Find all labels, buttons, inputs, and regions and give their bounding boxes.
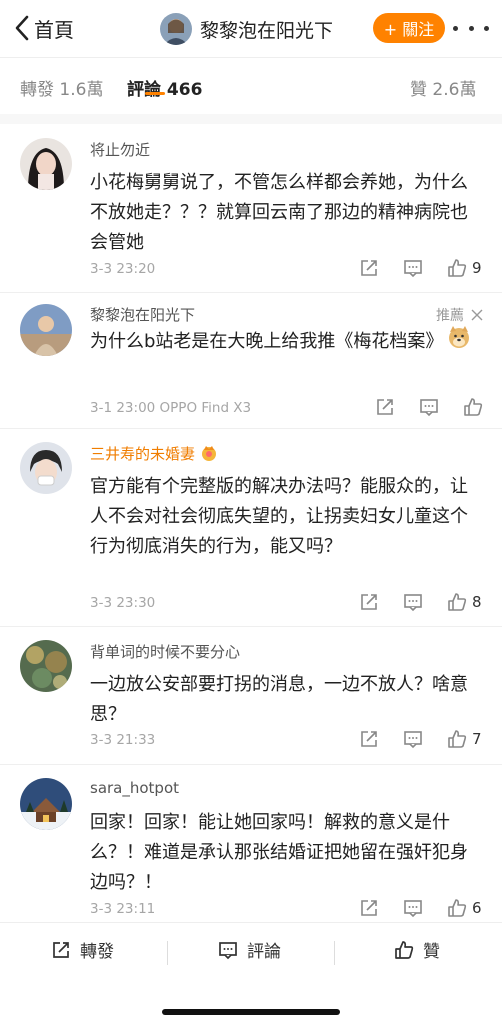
tab-reposts[interactable]: 轉發 1.6萬: [20, 75, 103, 100]
comment-meta: 3-1 23:00 OPPO Find X3: [90, 400, 252, 416]
comment-icon[interactable]: [402, 257, 424, 279]
comment-text: 回家！回家！能让她回家吗！解救的意义是什么？！难道是承认那张结婚证把她留在强奸犯…: [90, 812, 468, 893]
repost-icon[interactable]: [358, 591, 380, 613]
comment-icon[interactable]: [402, 728, 424, 750]
like-icon: [395, 940, 414, 959]
comment-meta: 3-3 23:11: [90, 901, 156, 917]
comment-item: 背单词的时候不要分心 一边放公安部要打拐的消息，一边不放人？啥意思？ 3-3 2…: [0, 626, 502, 765]
like-button[interactable]: 贊: [393, 937, 440, 962]
comment-author[interactable]: sara_hotpot: [90, 779, 179, 797]
doge-emoji-icon: [447, 325, 471, 359]
comment-item: 将止勿近 小花梅舅舅说了，不管怎么样都会养她，为什么不放她走？？？就算回云南了那…: [0, 124, 502, 293]
repost-icon[interactable]: [358, 897, 380, 919]
repost-icon[interactable]: [358, 257, 380, 279]
back-button[interactable]: 首頁: [14, 14, 74, 42]
close-icon[interactable]: [470, 308, 484, 322]
comment-icon[interactable]: [402, 897, 424, 919]
author-name: 三井寿的未婚妻: [90, 445, 196, 463]
like-icon[interactable]: [446, 591, 468, 613]
dot-icon: [484, 25, 489, 31]
comment-text: 小花梅舅舅说了，不管怎么样都会养她，为什么不放她走？？？就算回云南了那边的精神病…: [90, 172, 468, 253]
like-count: 6: [472, 899, 482, 917]
comment-text-content: 为什么b站老是在大晚上给我推《梅花档案》: [90, 331, 444, 352]
comment-author[interactable]: 黎黎泡在阳光下: [90, 304, 195, 325]
comment-actions: [374, 396, 484, 418]
recommended-tag[interactable]: 推薦: [436, 305, 484, 325]
comment-actions: 9: [358, 257, 482, 279]
comment-icon[interactable]: [402, 591, 424, 613]
like-icon[interactable]: [462, 396, 484, 418]
comment-actions: 6: [358, 897, 482, 919]
back-label: 首頁: [34, 17, 74, 42]
repost-icon: [53, 941, 69, 958]
like-icon[interactable]: [446, 257, 468, 279]
repost-button[interactable]: 轉發: [50, 937, 114, 962]
top-nav-bar: 首頁 黎黎泡在阳光下 + 關注: [0, 0, 502, 58]
like-count: 9: [472, 259, 482, 277]
divider: [334, 941, 335, 965]
section-divider: [0, 114, 502, 124]
bottom-action-bar: 轉發 評論 贊: [0, 922, 502, 1025]
page-title: 黎黎泡在阳光下: [200, 19, 334, 42]
comment-label: 評論: [247, 942, 281, 962]
avatar[interactable]: [20, 138, 72, 190]
like-icon[interactable]: [446, 897, 468, 919]
comment-text: 为什么b站老是在大晚上给我推《梅花档案》: [90, 325, 480, 359]
header-user[interactable]: 黎黎泡在阳光下: [160, 12, 333, 46]
repost-icon[interactable]: [374, 396, 396, 418]
dot-icon: [453, 25, 458, 31]
comment-icon[interactable]: [418, 396, 440, 418]
comment-item: sara_hotpot 回家！回家！能让她回家吗！解救的意义是什么？！难道是承认…: [0, 764, 502, 922]
follow-button[interactable]: + 關注: [373, 13, 445, 43]
comment-item: 三井寿的未婚妻 官方能有个完整版的解决办法吗？能服众的，让人不会对社会彻底失望的…: [0, 428, 502, 627]
comment-text: 官方能有个完整版的解决办法吗？能服众的，让人不会对社会彻底失望的，让拐卖妇女儿童…: [90, 476, 468, 557]
active-tab-indicator: [145, 92, 165, 95]
avatar[interactable]: [20, 640, 72, 692]
dot-icon: [468, 25, 474, 31]
comment-author[interactable]: 三井寿的未婚妻: [90, 443, 218, 466]
repost-label: 轉發: [80, 942, 114, 962]
divider: [167, 941, 168, 965]
tab-comments[interactable]: 評論 466: [127, 75, 202, 100]
like-count: 8: [472, 593, 482, 611]
comment-text: 一边放公安部要打拐的消息，一边不放人？啥意思？: [90, 674, 468, 725]
comment-item: 黎黎泡在阳光下 推薦 为什么b站老是在大晚上给我推《梅花档案》 3-1 23:0…: [0, 292, 502, 429]
repost-icon[interactable]: [358, 728, 380, 750]
like-label: 贊: [423, 942, 440, 962]
comment-meta: 3-3 23:30: [90, 595, 156, 611]
comment-author[interactable]: 将止勿近: [90, 139, 150, 160]
recommended-label: 推薦: [436, 308, 464, 324]
like-icon[interactable]: [446, 728, 468, 750]
avatar[interactable]: [20, 778, 72, 830]
comment-meta: 3-3 21:33: [90, 732, 156, 748]
tab-likes[interactable]: 贊 2.6萬: [410, 75, 476, 100]
avatar[interactable]: [160, 13, 192, 45]
vip-crown-icon: [200, 444, 218, 466]
comment-icon: [219, 941, 237, 959]
comment-actions: 7: [358, 728, 482, 750]
home-indicator[interactable]: [162, 1009, 340, 1015]
tab-bar: 轉發 1.6萬 評論 466 贊 2.6萬: [0, 58, 502, 114]
comment-author[interactable]: 背单词的时候不要分心: [90, 641, 240, 662]
chevron-left-icon: [15, 15, 29, 41]
avatar[interactable]: [20, 442, 72, 494]
like-count: 7: [472, 730, 482, 748]
comment-actions: 8: [358, 591, 482, 613]
avatar[interactable]: [20, 304, 72, 356]
comment-meta: 3-3 23:20: [90, 261, 156, 277]
more-options-button[interactable]: [453, 18, 489, 38]
comment-button[interactable]: 評論: [217, 937, 281, 962]
